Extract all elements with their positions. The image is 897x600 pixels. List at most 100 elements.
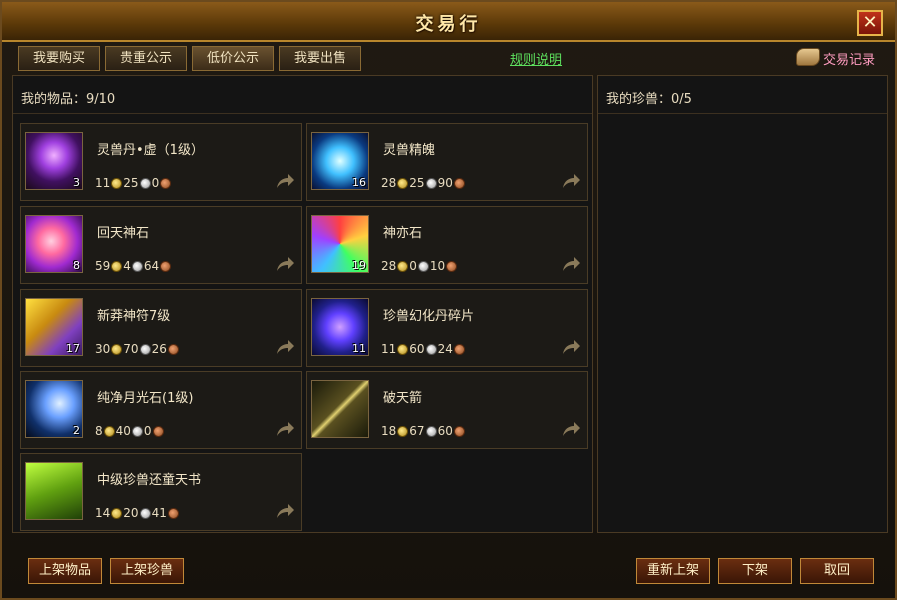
item-card[interactable]: 2 纯净月光石(1级) 8 40 0	[20, 371, 302, 449]
gold-coin-icon	[103, 425, 115, 437]
gold-amount: 28	[381, 176, 397, 190]
copper-coin-icon	[453, 343, 465, 355]
tab-buy[interactable]: 我要购买	[18, 46, 100, 71]
tab-lowprice[interactable]: 低价公示	[192, 46, 274, 71]
silver-coin-icon	[139, 507, 151, 519]
share-arrow-icon[interactable]	[561, 420, 581, 438]
share-arrow-icon[interactable]	[275, 502, 295, 520]
gold-coin-icon	[111, 177, 123, 189]
gold-amount: 11	[381, 342, 397, 356]
gold-coin-icon	[397, 177, 409, 189]
delist-button[interactable]: 下架	[718, 558, 792, 584]
item-card[interactable]: 破天箭 18 67 60	[306, 371, 588, 449]
share-arrow-icon[interactable]	[275, 338, 295, 356]
list-item-button[interactable]: 上架物品	[28, 558, 102, 584]
copper-amount: 26	[151, 342, 167, 356]
item-qty: 8	[73, 259, 80, 272]
item-price: 30 70 26	[95, 342, 180, 356]
silver-coin-icon	[131, 260, 143, 272]
copper-coin-icon	[167, 507, 179, 519]
item-name: 灵兽精魄	[383, 143, 436, 158]
share-arrow-icon[interactable]	[561, 172, 581, 190]
silver-coin-icon	[131, 425, 143, 437]
gold-coin-icon	[397, 425, 409, 437]
item-name: 灵兽丹•虚（1级）	[97, 143, 204, 158]
item-card[interactable]: 11 珍兽幻化丹碎片 11 60 24	[306, 289, 588, 367]
trade-log-label: 交易记录	[823, 53, 876, 68]
pets-panel-header: 我的珍兽：0/5	[598, 76, 887, 114]
copper-coin-icon	[446, 260, 458, 272]
silver-amount: 67	[409, 424, 425, 438]
copper-coin-icon	[167, 343, 179, 355]
item-price: 14 20 41	[95, 506, 180, 520]
silver-coin-icon	[425, 177, 437, 189]
item-price: 28 0 10	[381, 259, 458, 273]
gold-amount: 59	[95, 259, 111, 273]
share-arrow-icon[interactable]	[561, 338, 581, 356]
item-qty: 2	[73, 424, 80, 437]
list-pet-button[interactable]: 上架珍兽	[110, 558, 184, 584]
silver-amount: 40	[115, 424, 131, 438]
copper-coin-icon	[453, 425, 465, 437]
close-button[interactable]: ✕	[857, 10, 883, 36]
copper-amount: 10	[429, 259, 446, 273]
gold-coin-icon	[111, 343, 123, 355]
item-name: 纯净月光石(1级)	[97, 391, 194, 406]
copper-coin-icon	[160, 177, 172, 189]
silver-amount: 20	[123, 506, 139, 520]
arrow-icon	[311, 380, 369, 438]
gold-coin-icon	[111, 507, 123, 519]
item-card[interactable]: 8 回天神石 59 4 64	[20, 206, 302, 284]
share-arrow-icon[interactable]	[275, 172, 295, 190]
rainbow-stone-icon: 19	[311, 215, 369, 273]
copper-coin-icon	[160, 260, 172, 272]
share-arrow-icon[interactable]	[561, 255, 581, 273]
item-price: 59 4 64	[95, 259, 172, 273]
rules-link[interactable]: 规则说明	[510, 49, 562, 68]
item-card[interactable]: 中级珍兽还童天书 14 20 41	[20, 453, 302, 531]
items-panel-header: 我的物品：9/10	[13, 76, 592, 114]
item-name: 珍兽幻化丹碎片	[383, 309, 475, 324]
item-card[interactable]: 19 神亦石 28 0 10	[306, 206, 588, 284]
silver-coin-icon	[417, 260, 429, 272]
rune-icon: 17	[25, 298, 83, 356]
item-card[interactable]: 17 新莽神符7级 30 70 26	[20, 289, 302, 367]
silver-amount: 0	[409, 259, 417, 273]
copper-coin-icon	[152, 425, 164, 437]
silver-coin-icon	[425, 425, 437, 437]
window-title: 交易行	[415, 14, 482, 35]
copper-amount: 0	[143, 424, 152, 438]
item-name: 新莽神符7级	[97, 309, 171, 324]
item-card[interactable]: 3 灵兽丹•虚（1级） 11 25 0	[20, 123, 302, 201]
item-price: 8 40 0	[95, 424, 165, 438]
copper-coin-icon	[453, 177, 465, 189]
book-icon	[25, 462, 83, 520]
gold-coin-icon	[397, 343, 409, 355]
item-name: 破天箭	[383, 391, 423, 406]
gold-amount: 30	[95, 342, 111, 356]
item-card[interactable]: 16 灵兽精魄 28 25 90	[306, 123, 588, 201]
cancel-button[interactable]: 取回	[800, 558, 874, 584]
gold-amount: 28	[381, 259, 397, 273]
silver-coin-icon	[139, 343, 151, 355]
item-price: 18 67 60	[381, 424, 466, 438]
item-qty: 16	[352, 176, 366, 189]
item-name: 中级珍兽还童天书	[97, 473, 202, 488]
copper-amount: 41	[151, 506, 167, 520]
item-price: 11 60 24	[381, 342, 466, 356]
scroll-icon	[796, 48, 820, 66]
item-name: 神亦石	[383, 226, 423, 241]
item-qty: 17	[66, 342, 80, 355]
item-price: 11 25 0	[95, 176, 172, 190]
tab-valuable[interactable]: 贵重公示	[105, 46, 187, 71]
trade-window: 交易行 ✕ 我要购买 贵重公示 低价公示 我要出售 规则说明 交易记录 我的物品…	[0, 0, 897, 600]
silver-amount: 60	[409, 342, 425, 356]
item-name: 回天神石	[97, 226, 150, 241]
item-price: 28 25 90	[381, 176, 466, 190]
gold-coin-icon	[397, 260, 409, 272]
share-arrow-icon[interactable]	[275, 255, 295, 273]
share-arrow-icon[interactable]	[275, 420, 295, 438]
silver-amount: 25	[123, 176, 139, 190]
tab-sell[interactable]: 我要出售	[279, 46, 361, 71]
relist-button[interactable]: 重新上架	[636, 558, 710, 584]
